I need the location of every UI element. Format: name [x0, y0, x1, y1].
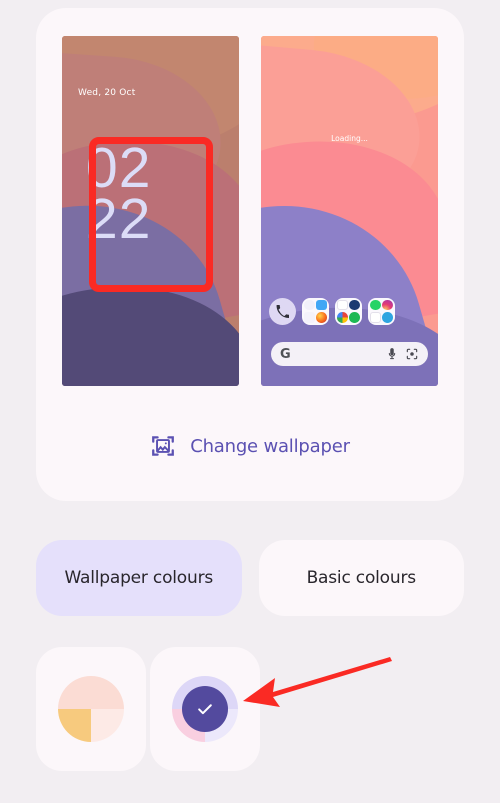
- check-icon: [198, 704, 212, 715]
- clock-minutes: 22: [86, 187, 152, 251]
- tab-wallpaper-colours[interactable]: Wallpaper colours: [36, 540, 242, 616]
- app-news-icon: [349, 299, 360, 311]
- lock-screen-date: Wed, 20 Oct: [78, 88, 136, 98]
- tab-basic-colours[interactable]: Basic colours: [258, 540, 464, 616]
- app-youtube-icon: [337, 299, 348, 311]
- home-screen-wallpaper: [261, 36, 438, 386]
- app-whatsapp-icon: [370, 299, 381, 311]
- lock-screen-clock: 02 22: [86, 140, 152, 251]
- home-screen-preview[interactable]: Loading... G: [261, 36, 438, 386]
- colour-swatch-2-pie: [172, 676, 238, 742]
- tab-basic-colours-label: Basic colours: [306, 568, 417, 588]
- colour-swatch-1-pie: [58, 676, 124, 742]
- app-instagram-icon: [382, 299, 393, 311]
- home-screen-status-text: Loading...: [331, 134, 368, 143]
- google-search-bar[interactable]: G: [271, 342, 428, 366]
- colour-source-tabs: Wallpaper colours Basic colours: [36, 540, 464, 616]
- app-files-icon: [316, 299, 327, 311]
- colour-swatch-1[interactable]: [36, 647, 146, 771]
- app-mail-icon: [370, 311, 381, 323]
- dock-folder-1[interactable]: [302, 297, 329, 325]
- dock-folder-3[interactable]: [368, 297, 395, 325]
- app-firefox-icon: [316, 311, 327, 323]
- phone-icon[interactable]: [269, 297, 296, 325]
- google-g-logo: G: [280, 346, 291, 362]
- google-lens-icon[interactable]: [405, 347, 419, 361]
- wallpaper-preview-card: Wed, 20 Oct 02 22 Loading... G Change wa…: [36, 8, 464, 501]
- colour-swatch-2-selected-indicator: [182, 686, 228, 732]
- image-crop-icon: [152, 436, 175, 456]
- wallpaper-previews: Wed, 20 Oct 02 22 Loading... G: [62, 36, 438, 386]
- lock-screen-preview[interactable]: Wed, 20 Oct 02 22: [62, 36, 239, 386]
- change-wallpaper-button[interactable]: Change wallpaper: [36, 433, 464, 459]
- microphone-icon[interactable]: [385, 347, 399, 361]
- home-screen-dock: [269, 293, 430, 329]
- app-camera-icon: [304, 311, 315, 323]
- app-telegram-icon: [382, 311, 393, 323]
- change-wallpaper-label: Change wallpaper: [190, 435, 350, 457]
- app-photos-icon: [304, 299, 315, 311]
- colour-swatch-list: [36, 647, 464, 771]
- colour-swatch-2[interactable]: [150, 647, 260, 771]
- wallpaper-style-screen: Wed, 20 Oct 02 22 Loading... G Change wa…: [0, 0, 500, 803]
- app-chrome-icon: [337, 311, 348, 323]
- app-spotify-icon: [349, 311, 360, 323]
- tab-wallpaper-colours-label: Wallpaper colours: [64, 568, 214, 588]
- dock-folder-2[interactable]: [335, 297, 362, 325]
